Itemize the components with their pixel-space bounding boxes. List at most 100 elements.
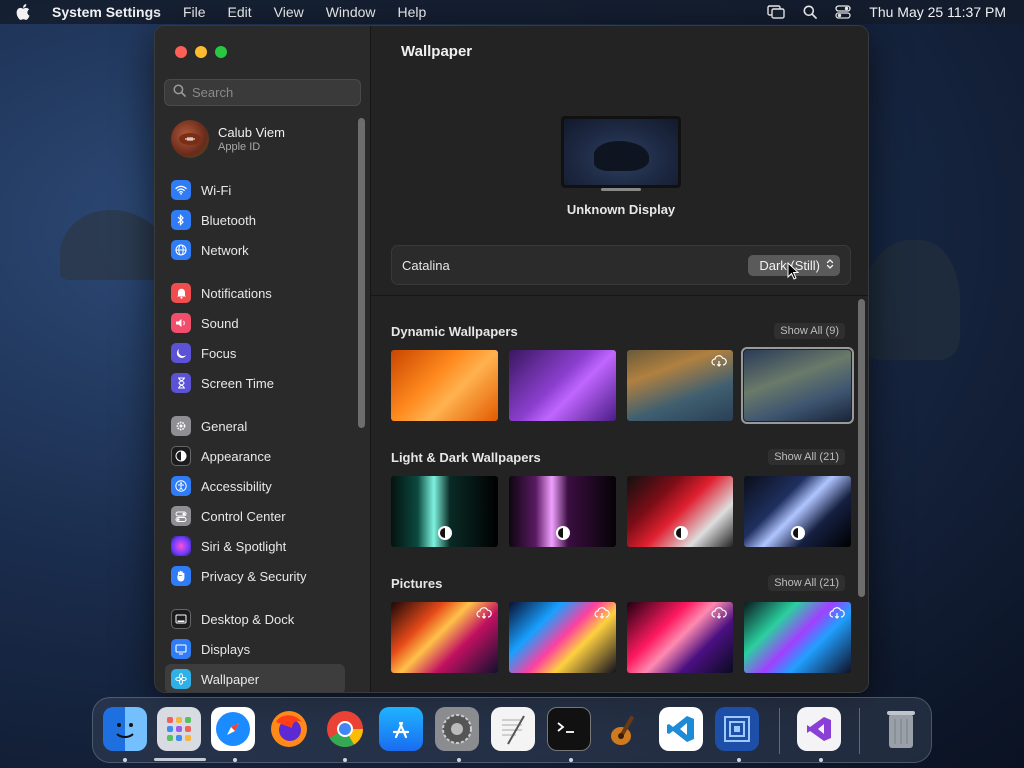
section-dynamic-wallpapers: Dynamic Wallpapers Show All (9): [391, 321, 854, 424]
sidebar: Calub Viem Apple ID Wi-Fi Bluetooth: [155, 26, 371, 692]
sidebar-item-bluetooth[interactable]: Bluetooth: [165, 205, 345, 235]
sidebar-item-label: Screen Time: [201, 375, 274, 391]
wallpaper-thumbnail[interactable]: [744, 476, 851, 547]
sidebar-item-accessibility[interactable]: Accessibility: [165, 471, 345, 501]
sidebar-item-notifications[interactable]: Notifications: [165, 278, 345, 308]
wallpaper-thumbnail[interactable]: [626, 602, 734, 673]
app-store-icon[interactable]: [379, 707, 423, 751]
menu-edit[interactable]: Edit: [228, 4, 252, 20]
wallpaper-thumbnail-selected[interactable]: [741, 347, 854, 424]
instruments-icon[interactable]: [715, 707, 759, 751]
apple-id-profile[interactable]: Calub Viem Apple ID: [171, 120, 285, 158]
chevron-updown-icon: [826, 258, 834, 273]
apple-menu-icon[interactable]: [16, 4, 38, 20]
section-title: Pictures: [391, 575, 443, 591]
sidebar-item-general[interactable]: General: [165, 411, 345, 441]
sidebar-item-network[interactable]: Network: [165, 235, 345, 265]
chrome-running-indicator: [343, 758, 347, 762]
show-all-button[interactable]: Show All (9): [774, 323, 845, 339]
sidebar-item-label: Privacy & Security: [201, 568, 307, 584]
wallpaper-thumbnail[interactable]: [391, 602, 498, 673]
instruments-running-indicator: [737, 758, 741, 762]
sidebar-item-wallpaper[interactable]: Wallpaper: [165, 664, 345, 692]
display-icon: [171, 639, 191, 659]
sidebar-item-label: Bluetooth: [201, 212, 256, 228]
search-field[interactable]: [164, 79, 361, 106]
wallpaper-thumbnail[interactable]: [391, 476, 498, 547]
sidebar-item-privacy-security[interactable]: Privacy & Security: [165, 561, 345, 591]
show-all-button[interactable]: Show All (21): [768, 449, 845, 465]
display-name: Unknown Display: [566, 202, 676, 217]
vscode-icon[interactable]: [659, 707, 703, 751]
menu-view[interactable]: View: [274, 4, 304, 20]
sidebar-item-screen-time[interactable]: Screen Time: [165, 368, 345, 398]
sidebar-item-wifi[interactable]: Wi-Fi: [165, 175, 345, 205]
screen-mirroring-icon[interactable]: [767, 5, 785, 19]
menu-help[interactable]: Help: [398, 4, 427, 20]
garageband-icon[interactable]: [603, 707, 647, 751]
wallpaper-thumbnail[interactable]: [744, 602, 851, 673]
section-light-dark-wallpapers: Light & Dark Wallpapers Show All (21): [391, 447, 851, 547]
moon-icon: [171, 343, 191, 363]
firefox-icon[interactable]: [267, 707, 311, 751]
safari-icon[interactable]: [211, 707, 255, 751]
safari-running-indicator: [233, 758, 237, 762]
menu-file[interactable]: File: [183, 4, 206, 20]
sidebar-item-desktop-dock[interactable]: Desktop & Dock: [165, 604, 345, 634]
show-all-button[interactable]: Show All (21): [768, 575, 845, 591]
menu-app-name[interactable]: System Settings: [52, 4, 161, 20]
textedit-icon[interactable]: [491, 707, 535, 751]
sidebar-item-focus[interactable]: Focus: [165, 338, 345, 368]
current-wallpaper-row: Catalina Dark (Still): [391, 245, 851, 285]
gear-icon: [171, 416, 191, 436]
display-preview[interactable]: [561, 116, 681, 191]
display-thumbnail: [561, 116, 681, 188]
system-settings-dock-icon[interactable]: [435, 707, 479, 751]
sidebar-scrollbar[interactable]: [358, 118, 365, 428]
dock: [92, 697, 932, 763]
control-center-icon[interactable]: [835, 5, 851, 19]
sidebar-item-label: Control Center: [201, 508, 286, 524]
wallpaper-pane: Wallpaper Unknown Display Catalina Dark …: [371, 26, 868, 692]
wallpaper-thumbnail[interactable]: [391, 350, 498, 421]
search-icon: [173, 83, 186, 102]
menu-window[interactable]: Window: [326, 4, 376, 20]
sidebar-group-desktop: Desktop & Dock Displays Wallpaper: [165, 604, 345, 692]
visual-studio-running-indicator: [819, 758, 823, 762]
cloud-download-icon: [711, 355, 728, 367]
wallpaper-thumbnail[interactable]: [626, 350, 734, 421]
sidebar-item-appearance[interactable]: Appearance: [165, 441, 345, 471]
dock-hover-indicator: [154, 758, 206, 761]
system-settings-window: Calub Viem Apple ID Wi-Fi Bluetooth: [154, 25, 869, 693]
terminal-icon[interactable]: [547, 707, 591, 751]
minimize-button[interactable]: [195, 46, 207, 58]
close-button[interactable]: [175, 46, 187, 58]
search-input[interactable]: [192, 85, 352, 100]
sidebar-group-network: Wi-Fi Bluetooth Network: [165, 175, 345, 265]
light-dark-mode-icon: [438, 526, 452, 540]
wallpaper-thumbnail[interactable]: [508, 602, 616, 673]
wallpaper-thumbnail[interactable]: [508, 350, 616, 421]
dock-separator: [859, 708, 860, 754]
finder-icon[interactable]: [103, 707, 147, 751]
menu-bar: System Settings File Edit View Window He…: [0, 0, 1024, 24]
spotlight-search-icon[interactable]: [803, 5, 818, 19]
zoom-button[interactable]: [215, 46, 227, 58]
sidebar-item-label: Siri & Spotlight: [201, 538, 287, 554]
content-scrollbar[interactable]: [858, 299, 865, 597]
profile-subtitle: Apple ID: [218, 141, 261, 153]
sidebar-item-control-center[interactable]: Control Center: [165, 501, 345, 531]
chrome-icon[interactable]: [323, 707, 367, 751]
sidebar-item-sound[interactable]: Sound: [165, 308, 345, 338]
visual-studio-icon[interactable]: [797, 707, 841, 751]
wallpaper-thumbnail[interactable]: [508, 476, 616, 547]
mouse-pointer-icon: [787, 261, 800, 285]
dock-icon: [171, 609, 191, 629]
wallpaper-thumbnail[interactable]: [626, 476, 734, 547]
sidebar-item-siri-spotlight[interactable]: Siri & Spotlight: [165, 531, 345, 561]
sidebar-item-displays[interactable]: Displays: [165, 634, 345, 664]
launchpad-icon[interactable]: [157, 707, 201, 751]
cloud-download-icon: [711, 607, 728, 619]
menu-clock[interactable]: Thu May 25 11:37 PM: [869, 4, 1006, 20]
trash-icon[interactable]: [879, 707, 923, 751]
